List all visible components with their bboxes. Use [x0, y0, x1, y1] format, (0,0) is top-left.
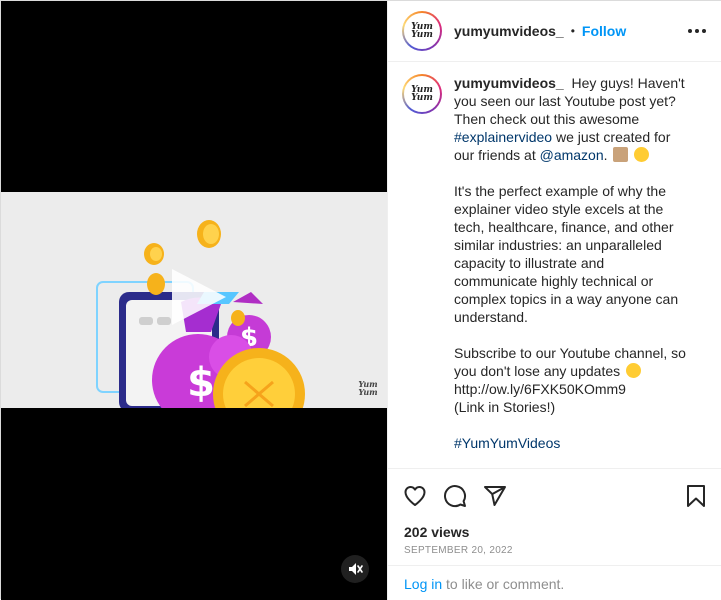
watermark-text: Yum Yum — [358, 379, 378, 397]
caption-username[interactable]: yumyumvideos_ — [454, 75, 564, 91]
post-date: SEPTEMBER 20, 2022 — [404, 545, 513, 556]
caption-link-note: (Link in Stories!) — [454, 399, 556, 415]
action-bar — [388, 468, 721, 522]
muted-speaker-icon — [349, 563, 363, 575]
more-dot — [695, 29, 699, 33]
caption-paragraph-3: Subscribe to our Youtube channel, so you… — [454, 344, 689, 380]
caption-text: yumyumvideos_ Hey guys! Haven't you seen… — [454, 74, 689, 468]
avatar[interactable]: Yum Yum — [402, 11, 442, 51]
winking-emoji-icon — [626, 363, 642, 378]
caption-block: Yum Yum yumyumvideos_ Hey guys! Haven't … — [388, 62, 721, 468]
post-sidebar: Yum Yum yumyumvideos_ • Follow Yum Yum y… — [387, 1, 721, 600]
caption-paragraph-2: It's the perfect example of why the expl… — [454, 183, 679, 325]
comment-button[interactable] — [442, 483, 468, 509]
caption-avatar[interactable]: Yum Yum — [402, 74, 442, 114]
save-button[interactable] — [683, 483, 709, 509]
brand-logo: Yum Yum — [411, 85, 433, 103]
caption-subscribe: Subscribe to our Youtube channel, so you… — [454, 345, 686, 379]
package-emoji-icon — [613, 147, 629, 162]
star-struck-emoji-icon — [634, 147, 650, 162]
video-player[interactable]: $ $ Yum Yum — [1, 1, 387, 600]
view-count[interactable]: 202 views — [404, 524, 469, 540]
heart-icon — [404, 485, 426, 506]
hashtag-explainervideo[interactable]: #explainervideo — [454, 129, 552, 145]
caption-paragraph-1: yumyumvideos_ Hey guys! Haven't you seen… — [454, 74, 689, 164]
post-header: Yum Yum yumyumvideos_ • Follow — [388, 1, 721, 62]
caption-url: http://ow.ly/6FXK50KOmm9 — [454, 381, 626, 397]
like-button[interactable] — [402, 483, 428, 509]
mute-button[interactable] — [341, 555, 369, 583]
video-watermark: Yum Yum — [353, 380, 383, 404]
more-dot — [688, 29, 692, 33]
mention-amazon[interactable]: @amazon — [540, 147, 604, 163]
avatar-image: Yum Yum — [404, 76, 440, 112]
share-icon — [484, 485, 506, 506]
share-button[interactable] — [482, 483, 508, 509]
brand-logo: Yum Yum — [411, 22, 433, 40]
caption-period: . — [603, 147, 608, 163]
svg-text:$: $ — [187, 360, 215, 406]
follow-button[interactable]: Follow — [582, 23, 626, 39]
separator-dot: • — [570, 24, 575, 38]
login-suffix: to like or comment. — [442, 576, 565, 592]
avatar-image: Yum Yum — [404, 13, 440, 49]
hashtag-yumyumvideos[interactable]: #YumYumVideos — [454, 434, 689, 452]
play-icon[interactable] — [168, 265, 230, 329]
more-dot — [702, 29, 706, 33]
login-prompt: Log in to like or comment. — [388, 565, 721, 600]
bookmark-icon — [687, 484, 705, 507]
login-link[interactable]: Log in — [404, 576, 442, 592]
username-link[interactable]: yumyumvideos_ — [454, 23, 564, 39]
post-modal: $ $ Yum Yum Yum Yum yumyumvideos_ • Foll… — [0, 0, 721, 600]
comment-icon — [444, 484, 467, 507]
more-options-button[interactable] — [686, 23, 708, 39]
